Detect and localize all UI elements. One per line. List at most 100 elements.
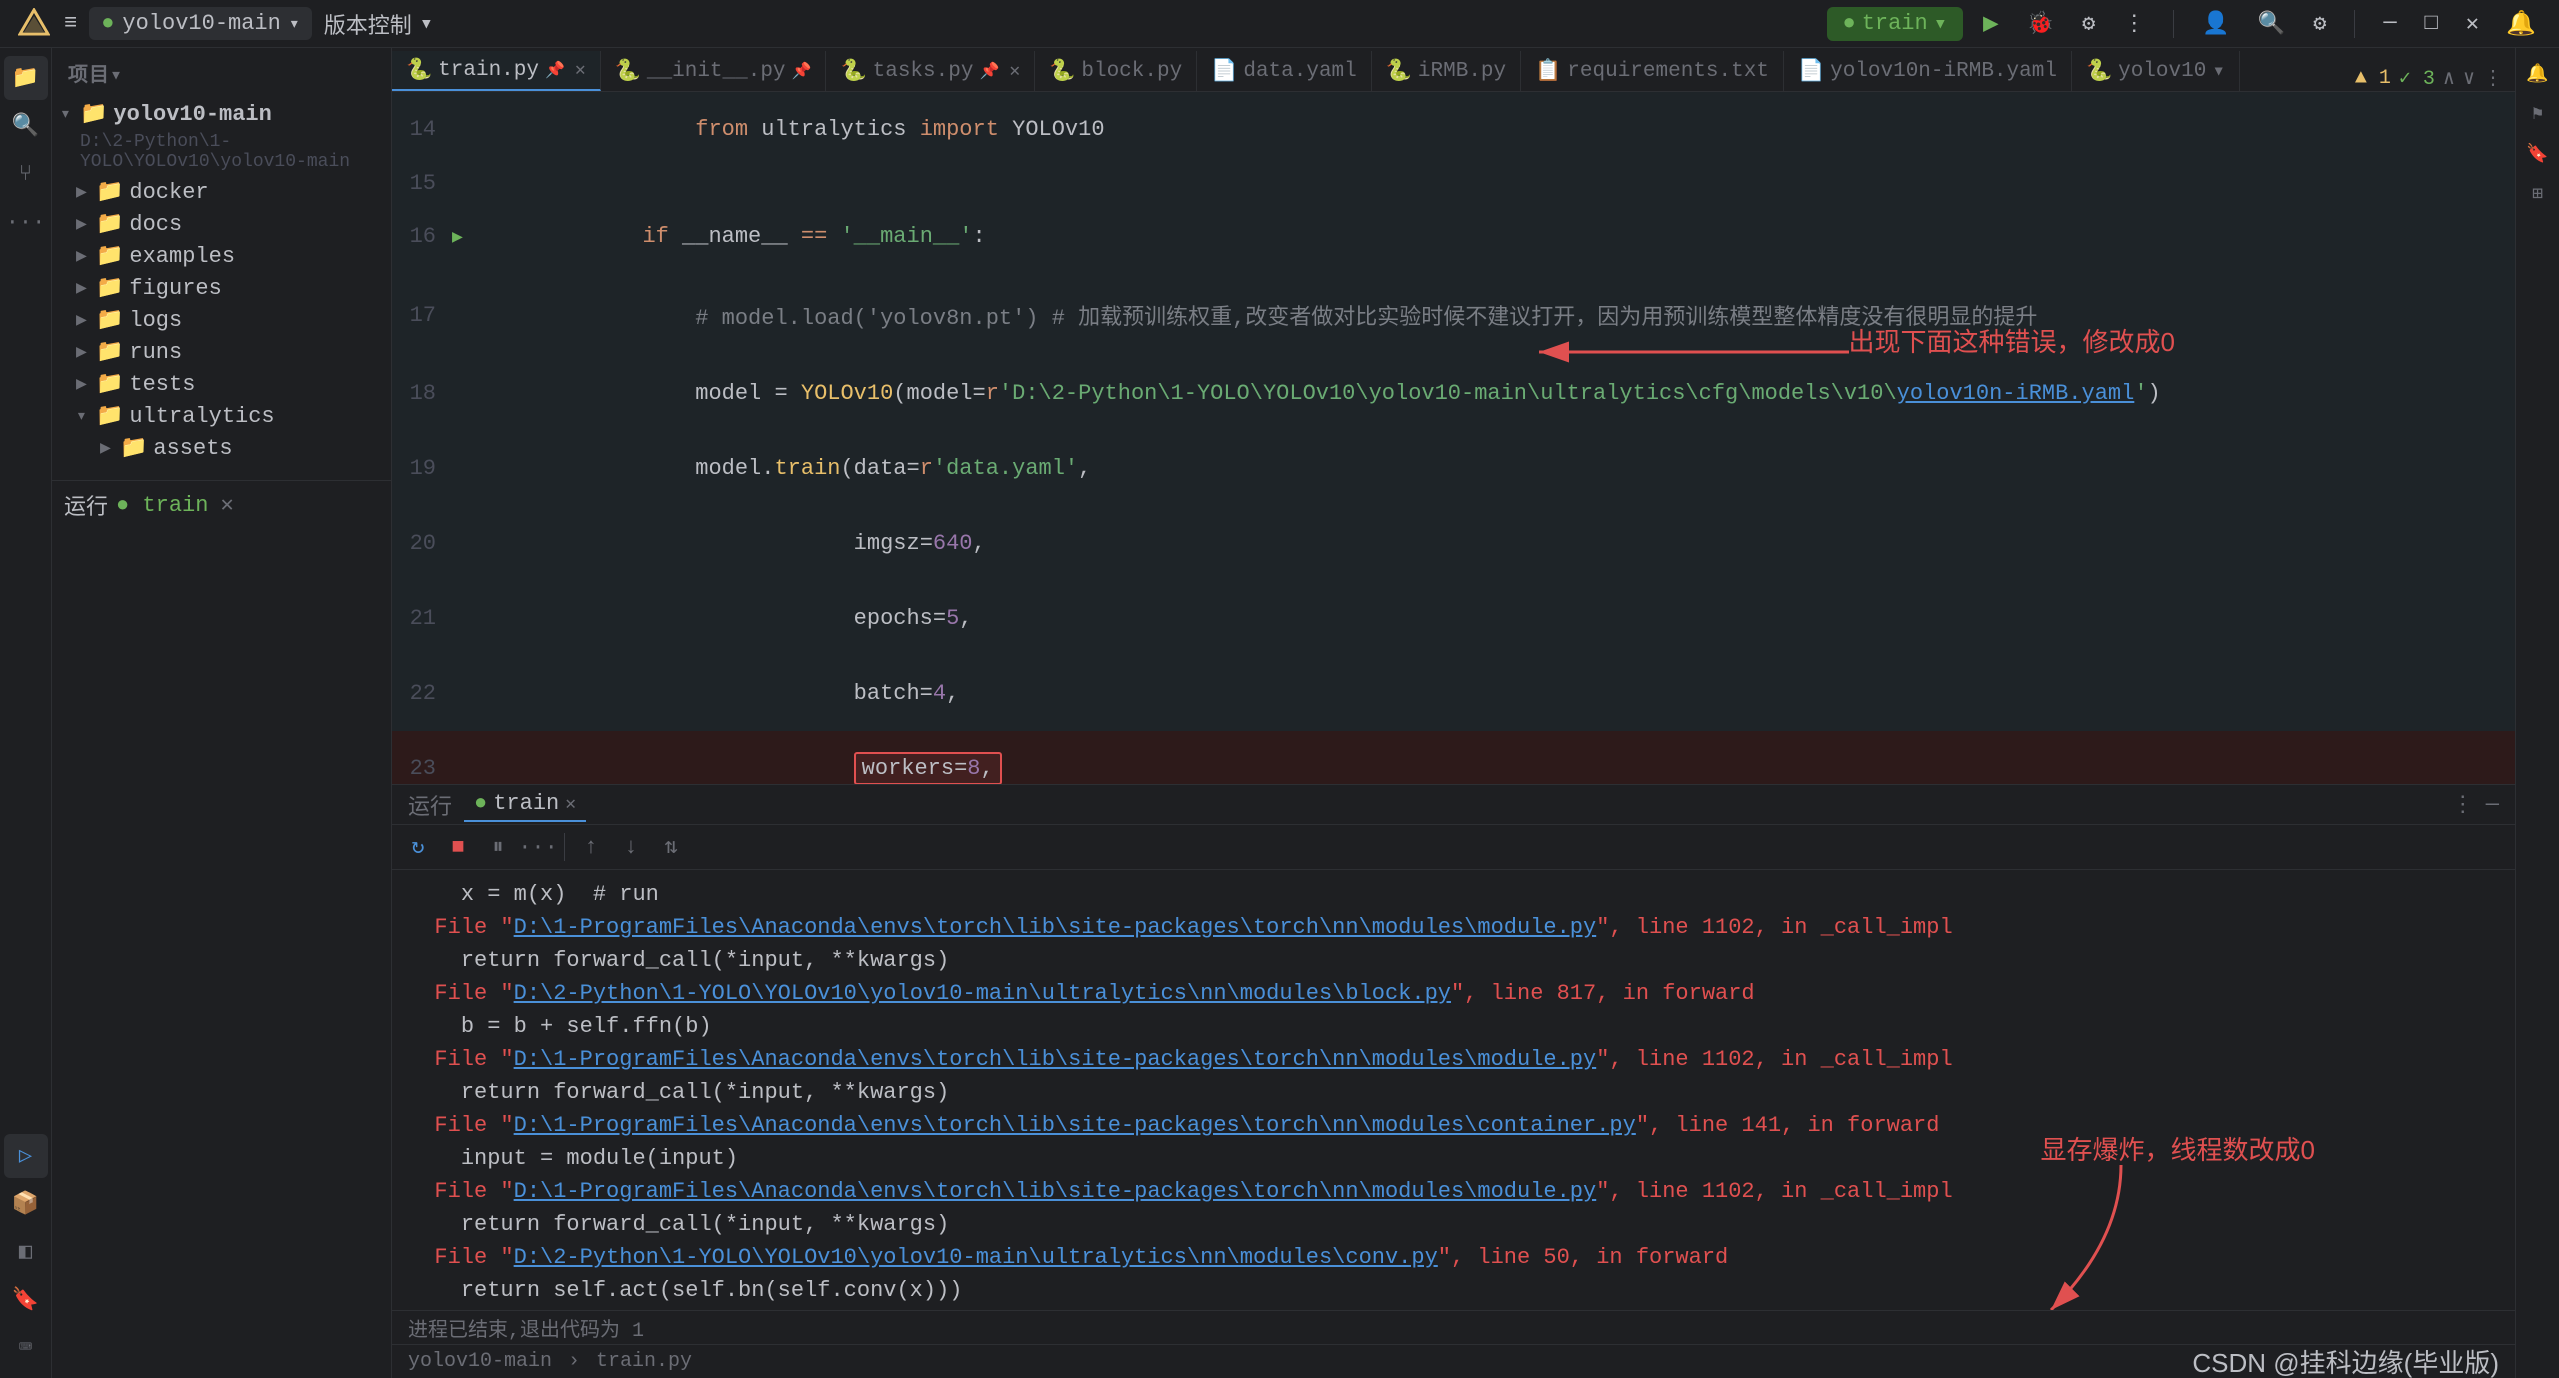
run-label: 运行: [408, 789, 452, 821]
more-tools-icon[interactable]: ···: [4, 200, 48, 244]
sidebar-item-assets[interactable]: ▶ 📁 assets: [52, 432, 391, 464]
git-blame-icon[interactable]: ⚑: [2520, 96, 2556, 132]
chevron-down-icon[interactable]: ∨: [2463, 65, 2475, 91]
tab-close-btn[interactable]: ✕: [1009, 60, 1020, 82]
sort-button[interactable]: ⇅: [653, 829, 689, 865]
chevron-down-icon: ▾: [420, 11, 433, 37]
watermark: CSDN @挂科边缘(毕业版): [2192, 1343, 2499, 1378]
tab-block-py[interactable]: 🐍 block.py: [1035, 51, 1197, 91]
search-icon[interactable]: 🔍: [2250, 7, 2293, 41]
tab-tasks-py[interactable]: 🐍 tasks.py 📌 ✕: [826, 51, 1035, 91]
tree-path: D:\2-Python\1-YOLO\YOLOv10\yolov10-main: [52, 130, 391, 176]
tree-arrow: ▶: [100, 437, 120, 459]
term-line: input = module(input): [408, 1142, 2499, 1175]
structure-icon[interactable]: ⊞: [2520, 176, 2556, 212]
chevron-down-icon: ▾: [289, 13, 300, 35]
term-line: File "D:\1-ProgramFiles\Anaconda\envs\to…: [408, 911, 2499, 944]
close-icon[interactable]: ✕: [220, 492, 233, 518]
status-bar-right: CSDN @挂科边缘(毕业版): [2192, 1343, 2499, 1378]
explorer-icon[interactable]: 📁: [4, 56, 48, 100]
run-section-header: 运行 ● train ✕: [64, 489, 379, 521]
folder-icon: 📁: [96, 275, 123, 301]
folder-icon: 📁: [96, 371, 123, 397]
terminal-output[interactable]: x = m(x) # run File "D:\1-ProgramFiles\A…: [392, 870, 2515, 1310]
run-button[interactable]: ▶: [1975, 4, 2007, 43]
tab-requirements-txt[interactable]: 📋 requirements.txt: [1521, 51, 1784, 91]
run-panel-icon[interactable]: ▷: [4, 1134, 48, 1178]
tab-close-btn[interactable]: ✕: [575, 59, 586, 81]
sidebar-item-docker[interactable]: ▶ 📁 docker: [52, 176, 391, 208]
sidebar-item-figures[interactable]: ▶ 📁 figures: [52, 272, 391, 304]
folder-icon: 📁: [96, 339, 123, 365]
version-control-btn[interactable]: 版本控制 ▾: [324, 8, 433, 40]
term-line: return self.act(self.bn(self.conv(x))): [408, 1274, 2499, 1307]
git-icon[interactable]: ⑂: [4, 152, 48, 196]
tree-item-label: logs: [129, 308, 182, 333]
notifications-icon[interactable]: 🔔: [2499, 9, 2543, 39]
notifications-icon[interactable]: 🔔: [2520, 56, 2556, 92]
pause-button[interactable]: ⏸: [480, 829, 516, 865]
code-line-14: 14 from ultralytics import YOLOv10: [392, 92, 2515, 167]
hamburger-menu[interactable]: ≡: [64, 11, 77, 36]
tree-item-label: ultralytics: [129, 404, 274, 429]
settings-icon[interactable]: ⚙: [2305, 7, 2334, 41]
app-logo: [16, 6, 52, 42]
bookmarks-icon[interactable]: 🔖: [4, 1278, 48, 1322]
sidebar-item-examples[interactable]: ▶ 📁 examples: [52, 240, 391, 272]
scroll-down-button[interactable]: ↓: [613, 829, 649, 865]
bookmark-icon[interactable]: 🔖: [2520, 136, 2556, 172]
stop-button[interactable]: ■: [440, 829, 476, 865]
folder-icon: 📁: [96, 243, 123, 269]
sidebar-item-tests[interactable]: ▶ 📁 tests: [52, 368, 391, 400]
tab-data-yaml[interactable]: 📄 data.yaml: [1197, 51, 1372, 91]
debug-button[interactable]: 🐞: [2019, 7, 2062, 41]
errors-badge: ✓ 3: [2399, 65, 2435, 91]
close-icon[interactable]: ✕: [565, 793, 576, 815]
terminal-icon[interactable]: ⌨: [4, 1326, 48, 1370]
scroll-up-button[interactable]: ↑: [573, 829, 609, 865]
more-run-options[interactable]: ···: [520, 829, 556, 865]
tab-bar: 🐍 train.py 📌 ✕ 🐍 __init__.py 📌 🐍 tasks.p…: [392, 48, 2515, 92]
packages-icon[interactable]: 📦: [4, 1182, 48, 1226]
minimize-button[interactable]: ─: [2375, 7, 2404, 40]
project-icon: ●: [101, 11, 114, 36]
tab-yolov10n-irmb-yaml[interactable]: 📄 yolov10n-iRMB.yaml: [1784, 51, 2072, 91]
sidebar-item-ultralytics[interactable]: ▾ 📁 ultralytics: [52, 400, 391, 432]
run-config[interactable]: ● train ▾: [1827, 7, 1963, 41]
titlebar: ≡ ● yolov10-main ▾ 版本控制 ▾ ● train ▾ ▶ 🐞 …: [0, 0, 2559, 48]
rerun-button[interactable]: ↻: [400, 829, 436, 865]
breadcrumb-right: train.py: [596, 1350, 692, 1373]
project-selector[interactable]: ● yolov10-main ▾: [89, 7, 311, 40]
collapse-icon[interactable]: —: [2486, 792, 2499, 817]
tree-arrow: ▶: [76, 181, 96, 203]
search-icon[interactable]: 🔍: [4, 104, 48, 148]
run-tab-train[interactable]: ● train ✕: [464, 787, 586, 822]
maximize-button[interactable]: □: [2417, 7, 2446, 40]
sidebar-item-docs[interactable]: ▶ 📁 docs: [52, 208, 391, 240]
tab-irmb-py[interactable]: 🐍 iRMB.py: [1372, 51, 1521, 91]
tree-arrow: ▾: [60, 103, 80, 125]
tab-label: __init__.py: [647, 60, 786, 83]
tab-yolov10[interactable]: 🐍 yolov10 ▾: [2072, 51, 2240, 91]
term-line: File "D:\1-ProgramFiles\Anaconda\envs\to…: [408, 1307, 2499, 1310]
sidebar-item-runs[interactable]: ▶ 📁 runs: [52, 336, 391, 368]
yaml-icon: 📄: [1798, 59, 1824, 84]
more-icon[interactable]: ⋮: [2483, 65, 2503, 91]
pin-icon: 📌: [792, 61, 812, 81]
chevron-up-icon[interactable]: ∧: [2443, 65, 2455, 91]
term-line: return forward_call(*input, **kwargs): [408, 1076, 2499, 1109]
user-icon[interactable]: 👤: [2194, 7, 2237, 41]
build-button[interactable]: ⚙: [2074, 7, 2103, 41]
tree-arrow: ▶: [76, 277, 96, 299]
tab-init-py[interactable]: 🐍 __init__.py 📌: [601, 51, 827, 91]
left-icon-bar: 📁 🔍 ⑂ ··· ▷ 📦 ◧ 🔖 ⌨: [0, 48, 52, 1378]
tab-train-py[interactable]: 🐍 train.py 📌 ✕: [392, 51, 601, 91]
python-icon: 🐍: [1049, 59, 1075, 84]
layers-icon[interactable]: ◧: [4, 1230, 48, 1274]
more-button[interactable]: ⋮: [2115, 7, 2153, 41]
python-icon: 🐍: [615, 59, 641, 84]
tree-root[interactable]: ▾ 📁 yolov10-main: [52, 98, 391, 130]
sidebar-item-logs[interactable]: ▶ 📁 logs: [52, 304, 391, 336]
more-options-icon[interactable]: ⋮: [2452, 792, 2474, 818]
close-button[interactable]: ✕: [2458, 7, 2487, 41]
